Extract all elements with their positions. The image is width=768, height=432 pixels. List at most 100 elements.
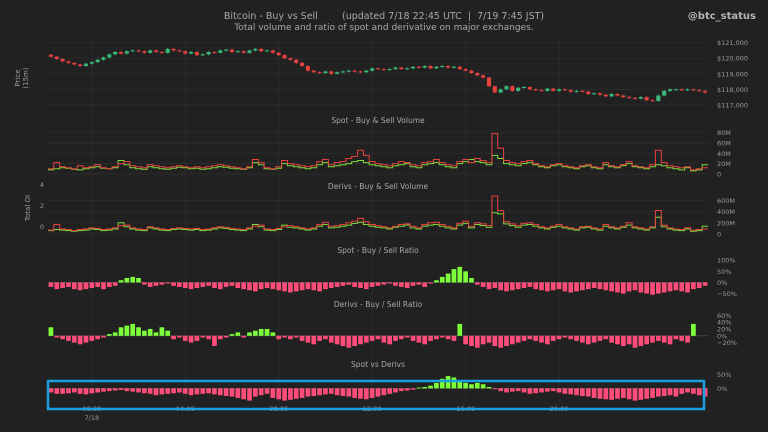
derivs-ratio-bar xyxy=(130,323,136,336)
candle-body xyxy=(621,95,626,98)
spot-ratio-bar xyxy=(463,271,468,283)
spot-vs-derivs-bar xyxy=(410,388,416,390)
spot-ratio-bar xyxy=(241,282,246,290)
candle-body xyxy=(533,89,538,91)
candle-body xyxy=(66,61,71,63)
spot-vs-derivs-bar xyxy=(492,388,498,390)
candle-body xyxy=(574,90,579,92)
candle-body xyxy=(521,87,527,88)
candle-body xyxy=(527,87,532,90)
spot-ratio-bar xyxy=(410,282,416,286)
derivs-ratio-bar xyxy=(422,335,428,345)
spot-ratio-bar xyxy=(323,282,328,290)
spot-vs-derivs-bar xyxy=(603,388,609,400)
derivs-ratio-bar xyxy=(568,335,574,340)
derivs-ratio-bar xyxy=(235,332,241,336)
spot-ratio-tick-label: −50% xyxy=(717,290,737,298)
candle-body xyxy=(206,52,211,55)
spot-ratio-bar xyxy=(702,282,708,286)
spot-vs-derivs-bar xyxy=(615,388,620,399)
derivs-ratio-bar xyxy=(77,335,83,345)
spot-ratio-bar xyxy=(177,282,182,287)
spot-ratio-bar xyxy=(293,282,299,292)
price-axis-label-line: Price xyxy=(14,69,22,86)
candle-body xyxy=(405,68,410,70)
spot-vs-derivs-bar xyxy=(299,388,305,398)
candle-body xyxy=(78,64,83,66)
candle-body xyxy=(189,52,194,54)
candle-body xyxy=(650,100,655,102)
spot-vs-derivs-bar xyxy=(206,388,211,394)
derivs-ratio-bar xyxy=(188,335,194,343)
spot-vs-derivs-bar xyxy=(270,388,276,398)
candle-body xyxy=(358,71,363,73)
candle-body xyxy=(229,49,235,52)
candle-body xyxy=(101,57,106,60)
spot-vs-derivs-bar xyxy=(177,388,182,393)
candle-body xyxy=(504,86,509,90)
candle-body xyxy=(235,51,240,53)
derivs-ratio-bar xyxy=(644,335,650,345)
spot-ratio-bar xyxy=(369,282,375,287)
price-axis-label-line: (15m) xyxy=(22,67,30,88)
candle-body xyxy=(545,88,550,91)
spot-ratio-bar xyxy=(457,266,463,283)
spot-ratio-bar xyxy=(253,282,258,292)
spot-ratio-bar xyxy=(615,282,620,293)
spot-ratio-bar xyxy=(574,282,579,292)
candle-body xyxy=(685,89,690,91)
spot-vs-derivs-bar xyxy=(369,388,375,398)
derivs-ratio-bar xyxy=(545,335,550,345)
candle-body xyxy=(568,90,573,92)
derivs-ratio-bar xyxy=(533,335,539,341)
spot-ratio-bar xyxy=(317,282,322,292)
spot-vs-derivs-bar xyxy=(422,387,428,389)
candle-body xyxy=(486,77,492,87)
candle-body xyxy=(335,72,340,74)
spot-vs-derivs-bar xyxy=(171,388,176,394)
derivs-ratio-bar xyxy=(60,335,65,340)
spot-vs-derivs-bar xyxy=(691,388,696,394)
spot-vs-derivs-bar xyxy=(644,388,650,399)
derivs-ratio-bar xyxy=(556,335,562,340)
spot-ratio-bar xyxy=(527,282,533,287)
candle-body xyxy=(294,59,299,63)
spot-ratio-bar xyxy=(217,282,223,290)
derivs-ratio-bar xyxy=(305,335,311,343)
derivs-ratio-bar xyxy=(574,335,579,341)
candle-body xyxy=(177,50,182,52)
spot-vs-derivs-bar xyxy=(620,388,626,398)
spot-ratio-bar xyxy=(77,282,83,291)
spot-vs-derivs-bar xyxy=(288,388,293,400)
spot-ratio-bar xyxy=(276,282,282,291)
candle-body xyxy=(381,69,386,71)
candle-body xyxy=(451,66,456,68)
derivs-ratio-bar xyxy=(603,335,609,340)
spot-vs-derivs-bar xyxy=(521,388,527,393)
derivs-ratio-bar xyxy=(323,335,328,340)
spot-vs-derivs-bar xyxy=(258,388,264,396)
derivs-ratio-bar xyxy=(293,335,299,338)
spot-vs-derivs-bar xyxy=(253,388,258,397)
derivs-ratio-bar xyxy=(457,323,463,336)
candle-body xyxy=(48,54,53,57)
spot-ratio-bar xyxy=(626,282,632,292)
spot-vs-derivs-bar xyxy=(504,388,509,393)
derivs-ratio-bar xyxy=(258,329,264,336)
spot-ratio-bar xyxy=(66,282,71,287)
spot-ratio-bar xyxy=(223,282,229,287)
derivs-ratio-bar xyxy=(247,332,252,336)
spot-ratio-bar xyxy=(352,282,357,287)
candle-body xyxy=(224,49,229,51)
spot-vs-derivs-bar xyxy=(118,388,124,390)
derivs-ratio-title: Derivs - Buy / Sell Ratio xyxy=(334,300,423,309)
spot-ratio-bar xyxy=(691,282,696,290)
spot-vs-derivs-bar xyxy=(533,388,539,394)
spot-ratio-bar xyxy=(632,282,638,291)
spot-ratio-bar xyxy=(504,282,509,292)
derivs-ratio-bar xyxy=(463,335,468,345)
total-oi-axis-label: Total OI xyxy=(24,195,32,222)
spot-ratio-tick-label: 0% xyxy=(717,279,727,287)
spot-vs-derivs-bar xyxy=(346,388,352,397)
spot-vs-derivs-bar xyxy=(363,388,369,400)
